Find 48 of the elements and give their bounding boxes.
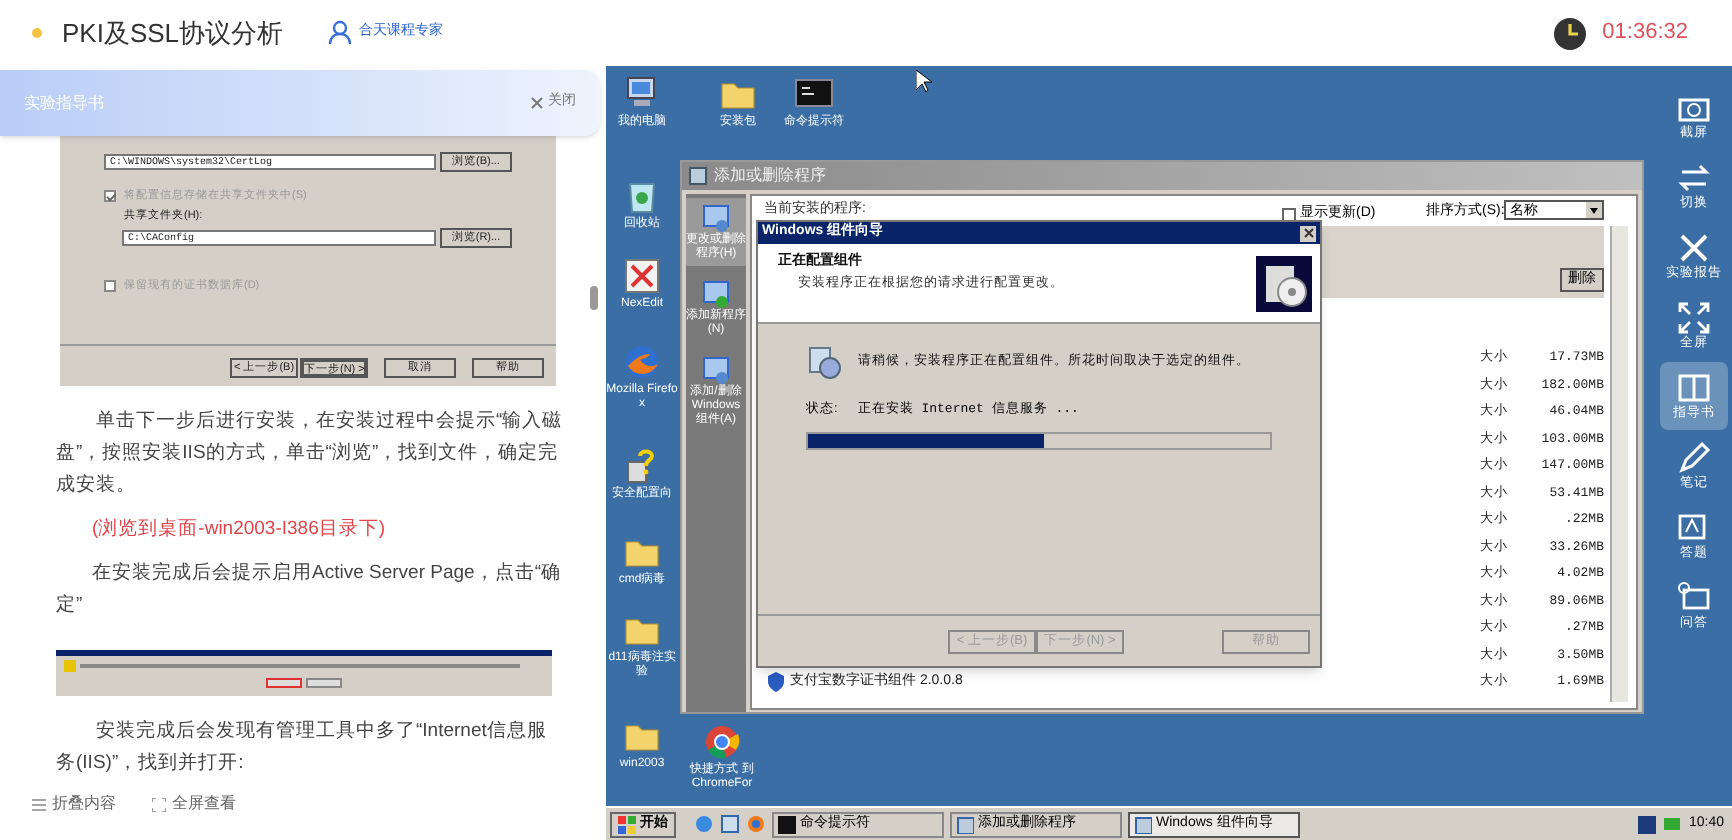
paragraph: 单击下一步后进行安装，在安装过程中会提示“输入磁盘”，按照安装IIS的方式，单击“浏览”，找到文件，确定完成安装。 [56,408,565,500]
ie-icon [694,814,714,834]
menu-icon [32,797,46,811]
install-icon [806,344,842,380]
tools-icon [1676,230,1712,266]
tray-icon [1638,815,1657,833]
program-icon [956,815,974,833]
person-icon [327,20,352,46]
paragraph: 安装完成后会发现有管理工具中多了“Internet信息服务(IIS)”，找到并打开: [56,718,549,778]
paragraph: 在安装完成后会提示启用Active Server Page，点击“确定” [56,560,563,620]
close-icon [1303,228,1313,238]
clock-icon [1554,17,1587,49]
banner-title: 实验指导书 [24,91,104,115]
scrollbar-thumb[interactable] [590,286,598,310]
firefox-icon [746,814,766,834]
program-icon [700,354,732,386]
note-text: (浏览到桌面-win2003-I386目录下) [92,516,388,544]
browser-icon [622,342,662,382]
console-icon [778,815,796,833]
network-icon [1662,815,1683,833]
check-icon [106,192,116,202]
editor-icon [622,256,662,296]
cursor-icon [916,70,932,94]
checkbox[interactable] [1282,207,1296,222]
pencil-icon [1676,440,1712,476]
dropdown-arrow-icon [1586,202,1602,218]
fullscreen-button[interactable]: 全屏查看 [152,792,236,816]
close-button[interactable] [1300,225,1316,241]
checkbox[interactable] [104,190,116,202]
fullscreen-icon [1676,300,1712,336]
timer: 01:36:32 [1602,18,1688,49]
window-title: 添加或删除程序 [714,164,826,188]
program-icon [700,278,732,310]
programs-app-icon [688,166,708,186]
book-icon [1676,370,1712,406]
shield-icon [768,672,784,693]
switch-icon [1676,160,1712,196]
program-icon [700,202,732,234]
list-scrollbar[interactable] [1610,226,1628,702]
program-icon [1134,815,1152,833]
collapse-button[interactable]: 折叠内容 [32,792,116,816]
checkbox[interactable] [104,280,116,292]
windows-logo-icon [618,815,636,833]
close-icon [530,96,544,110]
expand-icon [152,797,166,811]
chrome-icon [702,722,742,762]
course-title: PKI及SSL协议分析 [62,15,284,52]
desktop-icon [720,814,740,834]
